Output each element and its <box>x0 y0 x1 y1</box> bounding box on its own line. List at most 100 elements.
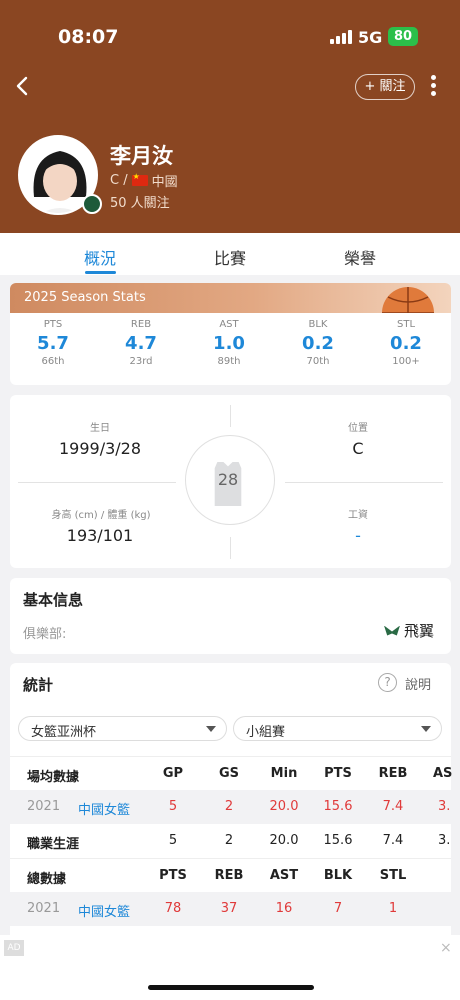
stat-value: 4.7 <box>125 333 157 354</box>
china-flag-icon <box>131 172 148 186</box>
table-header: STL <box>379 868 407 883</box>
birthday-value: 1999/3/28 <box>58 439 142 458</box>
position-label: 位置 <box>348 423 368 434</box>
stat-label: REB <box>130 319 152 330</box>
stage-value: 小組賽 <box>246 725 286 740</box>
table-row[interactable]: 2021 中國女籃 78 37 16 7 1 <box>10 892 451 926</box>
club-name: 飛翼 <box>404 622 435 640</box>
season-year: 2021 <box>27 799 61 814</box>
cell-gp: 5 <box>168 799 178 814</box>
table-header: AST <box>269 868 299 883</box>
status-time: 08:07 <box>58 26 119 48</box>
cell-gs: 2 <box>224 833 234 848</box>
chevron-down-icon <box>206 726 216 732</box>
club-logo-icon <box>384 625 400 636</box>
ad-tag: AD <box>4 940 24 956</box>
stat-rank: 100+ <box>392 356 420 367</box>
table-header: PTS <box>324 766 352 781</box>
help-label[interactable]: 說明 <box>405 674 431 693</box>
tab-matches[interactable]: 比賽 <box>214 245 246 269</box>
stat-blk: BLK 0.2 70th <box>278 319 358 367</box>
more-menu-icon[interactable] <box>428 75 438 99</box>
cell-ast: 3. <box>438 833 451 848</box>
position-value: C <box>352 439 364 458</box>
table-header: PTS <box>159 868 187 883</box>
stat-value: 5.7 <box>37 333 69 354</box>
stat-rank: 66th <box>41 356 65 367</box>
career-row: 職業生涯 5 2 20.0 15.6 7.4 3. <box>10 824 451 858</box>
close-icon[interactable]: × <box>440 940 452 956</box>
basic-info-title: 基本信息 <box>23 591 84 609</box>
back-arrow-icon[interactable] <box>12 75 34 97</box>
stat-rank: 70th <box>306 356 330 367</box>
help-icon[interactable]: ? <box>378 673 397 692</box>
career-label: 職業生涯 <box>27 837 80 852</box>
stat-label: STL <box>396 319 416 330</box>
signal-icon <box>330 30 352 44</box>
size-label: 身高 (cm) / 體重 (kg) <box>51 510 151 521</box>
stat-pts: PTS 5.7 66th <box>13 319 93 367</box>
tab-honors[interactable]: 榮譽 <box>344 245 376 269</box>
table-header: AS <box>433 766 453 781</box>
table-header: 場均數據 <box>27 770 80 785</box>
cell-pts: 78 <box>164 901 182 916</box>
stat-value: 0.2 <box>390 333 422 354</box>
country-label: 中國 <box>151 175 178 190</box>
total-header-row: 總數據 PTS REB AST BLK STL <box>10 858 451 892</box>
table-header: Min <box>270 766 298 781</box>
team-link[interactable]: 中國女籃 <box>78 901 130 920</box>
table-header: GP <box>162 766 184 781</box>
season-year: 2021 <box>27 901 61 916</box>
cell-blk: 7 <box>333 901 343 916</box>
stat-value: 0.2 <box>302 333 334 354</box>
basketball-icon <box>382 287 434 313</box>
table-header: BLK <box>323 868 353 883</box>
chevron-down-icon <box>421 726 431 732</box>
season-stats-card: 2025 Season Stats PTS 5.7 66th REB 4.7 2… <box>10 283 451 385</box>
team-link[interactable]: 中國女籃 <box>78 799 130 818</box>
stat-stl: STL 0.2 100+ <box>366 319 446 367</box>
cell-reb: 7.4 <box>382 833 404 848</box>
stage-select[interactable]: 小組賽 <box>233 716 442 741</box>
divider <box>18 482 176 483</box>
stat-ast: AST 1.0 89th <box>189 319 269 367</box>
cell-pts: 15.6 <box>323 799 353 814</box>
cell-min: 20.0 <box>269 833 299 848</box>
salary-value: - <box>355 526 361 545</box>
competition-select[interactable]: 女籃亚洲杯 <box>18 716 227 741</box>
cell-pts: 15.6 <box>323 833 353 848</box>
stat-value: 1.0 <box>213 333 245 354</box>
jersey-number: 28 <box>217 470 239 489</box>
home-indicator[interactable] <box>148 985 314 990</box>
tab-indicator <box>85 271 116 274</box>
follow-button[interactable]: + 關注 <box>355 74 415 100</box>
table-header: REB <box>214 868 244 883</box>
stats-title: 統計 <box>23 676 54 694</box>
position-prefix: C / <box>110 173 128 188</box>
stat-rank: 23rd <box>129 356 153 367</box>
table-header: REB <box>378 766 408 781</box>
table-row[interactable]: 2021 中國女籃 5 2 20.0 15.6 7.4 3. <box>10 790 451 824</box>
divider <box>230 537 231 559</box>
cell-reb: 37 <box>220 901 238 916</box>
cell-reb: 7.4 <box>382 799 404 814</box>
table-header: 總數據 <box>27 872 67 887</box>
profile-header: 08:07 5G 80 + 關注 李月汝 C / 中國 50 人關注 <box>0 0 460 233</box>
player-position-country: C / 中國 <box>110 171 178 190</box>
tab-overview[interactable]: 概況 <box>84 245 116 269</box>
stat-rank: 89th <box>217 356 241 367</box>
birthday-label: 生日 <box>90 423 110 434</box>
cell-gp: 5 <box>168 833 178 848</box>
club-link[interactable]: 飛翼 <box>384 620 434 641</box>
cell-stl: 1 <box>388 901 398 916</box>
network-label: 5G <box>358 28 383 47</box>
stat-label: PTS <box>43 319 63 330</box>
team-logo-icon <box>82 194 102 214</box>
divider <box>285 482 443 483</box>
cell-min: 20.0 <box>269 799 299 814</box>
follower-count: 50 人關注 <box>110 196 170 211</box>
cell-ast: 3. <box>438 799 451 814</box>
ad-banner[interactable] <box>0 935 460 1000</box>
avg-header-row: 場均數據 GP GS Min PTS REB AS <box>10 756 453 790</box>
competition-value: 女籃亚洲杯 <box>31 725 97 740</box>
